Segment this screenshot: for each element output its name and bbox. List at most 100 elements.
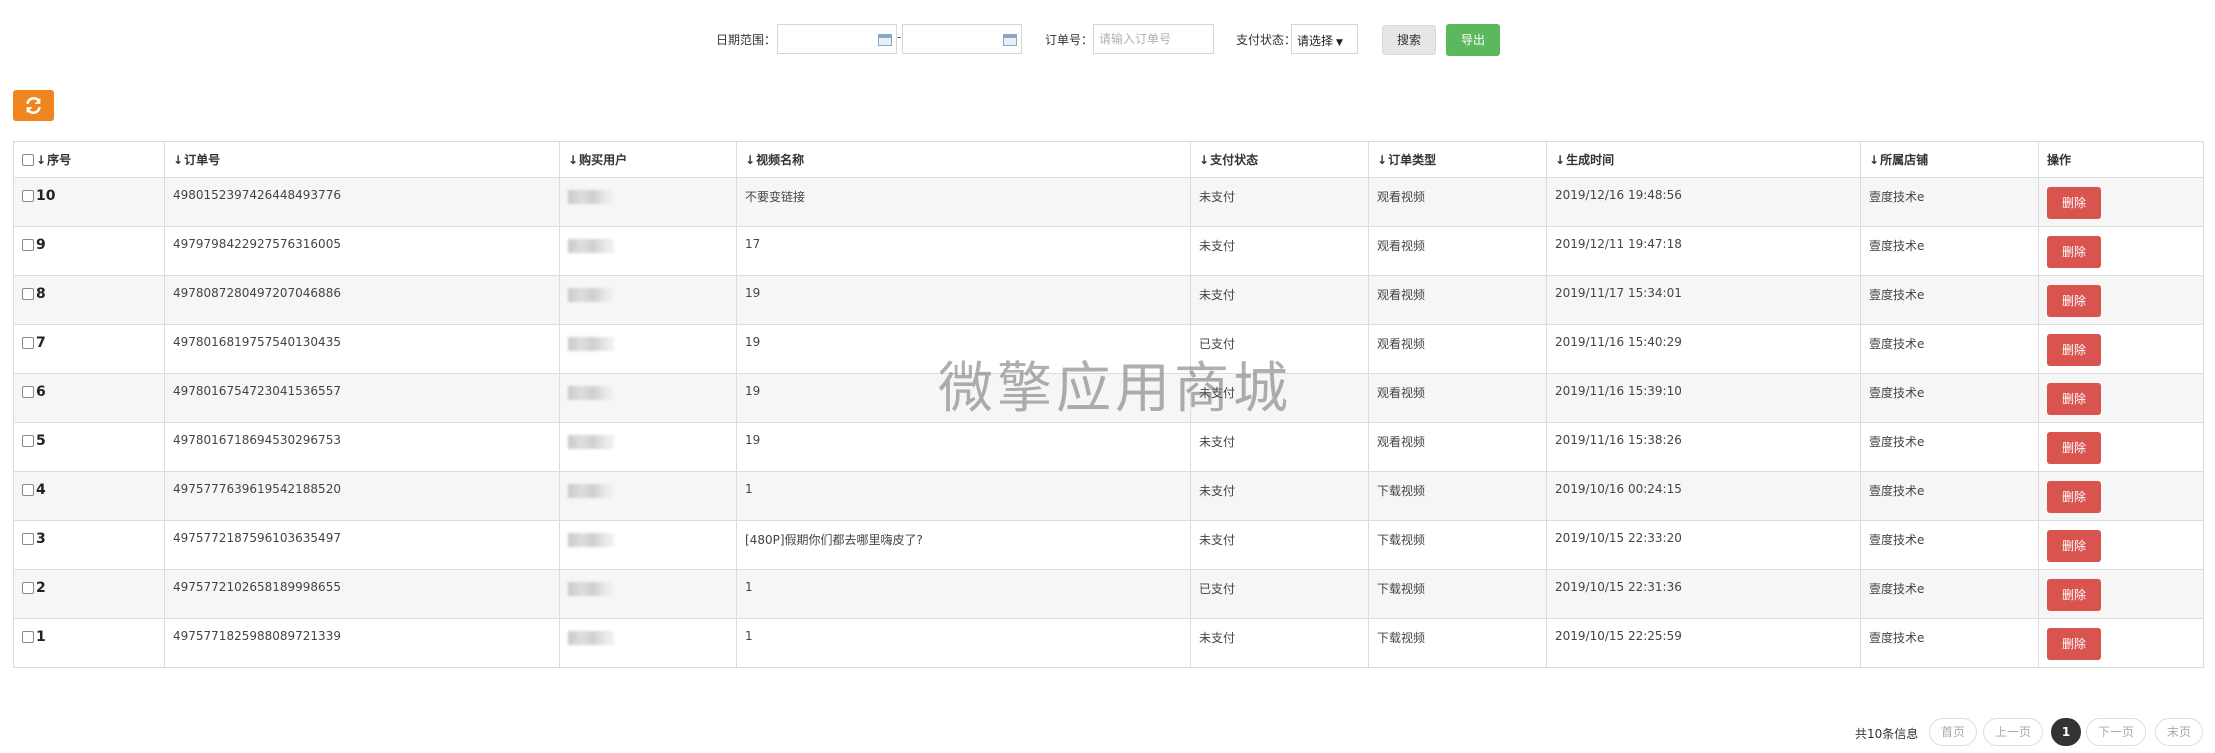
first-page-button[interactable]: 首页 [1929, 718, 1977, 746]
calendar-icon[interactable] [1003, 34, 1017, 46]
delete-button[interactable]: 删除 [2047, 187, 2101, 219]
delete-button[interactable]: 删除 [2047, 481, 2101, 513]
cell-action: 删除 [2038, 177, 2204, 227]
row-index: 2 [36, 580, 46, 596]
header-created-time[interactable]: ↓生成时间 [1546, 141, 1861, 178]
row-checkbox[interactable] [22, 239, 34, 251]
pay-status-select[interactable]: 请选择 ▼ [1291, 24, 1358, 54]
cell-pay-status: 未支付 [1190, 226, 1369, 276]
cell-pay-status: 已支付 [1190, 569, 1369, 619]
search-button[interactable]: 搜索 [1382, 25, 1436, 55]
cell-shop: 壹度技术e [1860, 569, 2039, 619]
cell-index: 9 [13, 226, 165, 276]
cell-buyer [559, 520, 737, 570]
header-action: 操作 [2038, 141, 2204, 178]
cell-shop: 壹度技术e [1860, 618, 2039, 668]
start-date-input[interactable] [777, 24, 897, 54]
cell-order-type: 下载视频 [1368, 471, 1547, 521]
filter-bar: 日期范围： - 订单号： 支付状态： 请选择▼ 搜索 导出 [0, 22, 2215, 56]
sort-arrow-icon[interactable]: ↓ [568, 153, 578, 167]
chevron-down-icon: ▼ [1336, 38, 1343, 48]
calendar-icon[interactable] [878, 34, 892, 46]
row-index: 5 [36, 433, 46, 449]
cell-order-type: 观看视频 [1368, 373, 1547, 423]
orders-table: ↓序号 ↓订单号 ↓购买用户 ↓视频名称 ↓支付状态 ↓订单类型 ↓生成时间 ↓… [13, 141, 2204, 668]
export-button[interactable]: 导出 [1446, 24, 1500, 56]
cell-video-name: 19 [736, 275, 1191, 325]
cell-order-no: 4980152397426448493776 [164, 177, 560, 227]
cell-pay-status: 未支付 [1190, 520, 1369, 570]
last-page-button[interactable]: 末页 [2155, 718, 2203, 746]
delete-button[interactable]: 删除 [2047, 530, 2101, 562]
order-no-label: 订单号： [1045, 33, 1094, 47]
table-header-row: ↓序号 ↓订单号 ↓购买用户 ↓视频名称 ↓支付状态 ↓订单类型 ↓生成时间 ↓… [13, 141, 2204, 178]
cell-created-time: 2019/10/15 22:31:36 [1546, 569, 1861, 619]
table-row: 1 4975771825988089721339 1 未支付 下载视频 2019/10/1… [13, 618, 2204, 668]
row-checkbox[interactable] [22, 631, 34, 643]
row-checkbox[interactable] [22, 288, 34, 300]
refresh-button[interactable] [13, 90, 54, 121]
cell-buyer [559, 471, 737, 521]
table-row: 6 4978016754723041536557 19 未支付 观看视频 2019/11/… [13, 373, 2204, 423]
delete-button[interactable]: 删除 [2047, 383, 2101, 415]
cell-order-type: 下载视频 [1368, 520, 1547, 570]
pay-status-selected: 请选择 [1297, 34, 1334, 48]
cell-order-type: 观看视频 [1368, 275, 1547, 325]
cell-order-no: 4978087280497207046886 [164, 275, 560, 325]
cell-created-time: 2019/12/11 19:47:18 [1546, 226, 1861, 276]
header-order-type[interactable]: ↓订单类型 [1368, 141, 1547, 178]
cell-pay-status: 已支付 [1190, 324, 1369, 374]
buyer-avatar-blurred [568, 631, 614, 645]
row-checkbox[interactable] [22, 582, 34, 594]
delete-button[interactable]: 删除 [2047, 334, 2101, 366]
row-checkbox[interactable] [22, 190, 34, 202]
row-index: 3 [36, 531, 46, 547]
prev-page-button[interactable]: 上一页 [1983, 718, 2043, 746]
header-video-name[interactable]: ↓视频名称 [736, 141, 1191, 178]
cell-order-type: 观看视频 [1368, 177, 1547, 227]
sort-arrow-icon[interactable]: ↓ [1555, 153, 1565, 167]
cell-action: 删除 [2038, 324, 2204, 374]
buyer-avatar-blurred [568, 190, 614, 204]
sort-arrow-icon[interactable]: ↓ [36, 153, 46, 167]
delete-button[interactable]: 删除 [2047, 579, 2101, 611]
cell-shop: 壹度技术e [1860, 471, 2039, 521]
header-index[interactable]: ↓序号 [13, 141, 165, 178]
row-checkbox[interactable] [22, 533, 34, 545]
cell-action: 删除 [2038, 373, 2204, 423]
select-all-checkbox[interactable] [22, 154, 34, 166]
row-checkbox[interactable] [22, 337, 34, 349]
sort-arrow-icon[interactable]: ↓ [173, 153, 183, 167]
row-checkbox[interactable] [22, 484, 34, 496]
header-order-no[interactable]: ↓订单号 [164, 141, 560, 178]
cell-action: 删除 [2038, 226, 2204, 276]
end-date-input[interactable] [902, 24, 1022, 54]
cell-shop: 壹度技术e [1860, 422, 2039, 472]
cell-index: 7 [13, 324, 165, 374]
page-1-button[interactable]: 1 [2051, 718, 2081, 746]
header-pay-status[interactable]: ↓支付状态 [1190, 141, 1369, 178]
cell-order-no: 4978016754723041536557 [164, 373, 560, 423]
header-buyer[interactable]: ↓购买用户 [559, 141, 737, 178]
delete-button[interactable]: 删除 [2047, 236, 2101, 268]
sort-arrow-icon[interactable]: ↓ [1869, 153, 1879, 167]
row-index: 9 [36, 237, 46, 253]
sort-arrow-icon[interactable]: ↓ [745, 153, 755, 167]
delete-button[interactable]: 删除 [2047, 628, 2101, 660]
delete-button[interactable]: 删除 [2047, 432, 2101, 464]
row-checkbox[interactable] [22, 386, 34, 398]
next-page-button[interactable]: 下一页 [2086, 718, 2146, 746]
sort-arrow-icon[interactable]: ↓ [1199, 153, 1209, 167]
cell-index: 4 [13, 471, 165, 521]
row-checkbox[interactable] [22, 435, 34, 447]
row-index: 7 [36, 335, 46, 351]
table-row: 10 4980152397426448493776 不要变链接 未支付 观看视频 2019… [13, 177, 2204, 227]
delete-button[interactable]: 删除 [2047, 285, 2101, 317]
cell-order-no: 4975777639619542188520 [164, 471, 560, 521]
cell-video-name: 1 [736, 618, 1191, 668]
order-no-input[interactable] [1093, 24, 1214, 54]
cell-video-name: 19 [736, 373, 1191, 423]
header-shop[interactable]: ↓所属店铺 [1860, 141, 2039, 178]
sort-arrow-icon[interactable]: ↓ [1377, 153, 1387, 167]
cell-action: 删除 [2038, 569, 2204, 619]
